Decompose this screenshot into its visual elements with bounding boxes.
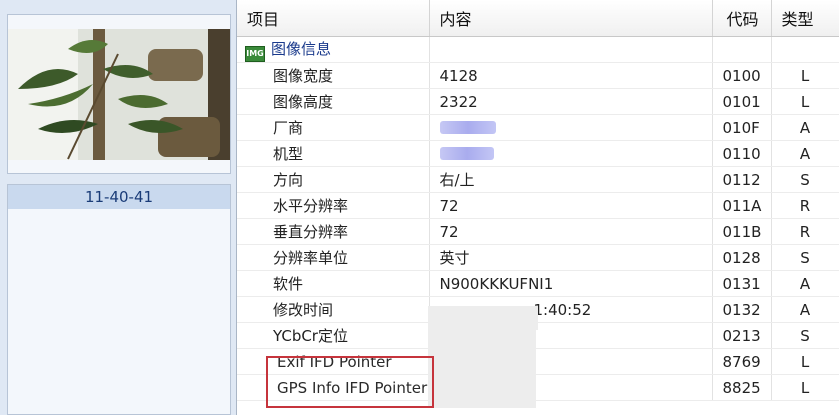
table-row[interactable]: 方向 右/上 0112 S — [237, 166, 839, 193]
exif-table: 项目 内容 代码 类型 IMG 图像信息 图像宽度 4128 0100 L 图像高… — [237, 0, 839, 401]
row-item: 软件 — [237, 270, 430, 297]
row-type: L — [771, 374, 839, 401]
row-item: YCbCr定位 — [237, 322, 430, 349]
row-content-redacted — [429, 114, 713, 141]
row-type: S — [771, 166, 839, 193]
row-code: 0131 — [712, 270, 772, 297]
row-type: A — [771, 114, 839, 141]
row-item: 修改时间 — [237, 296, 430, 323]
plant-photo-thumbnail — [8, 29, 230, 160]
thumbnail-frame[interactable] — [7, 14, 231, 174]
left-pane: 11-40-41 — [0, 0, 237, 415]
row-item: 方向 — [237, 166, 430, 193]
row-code: 0213 — [712, 322, 772, 349]
row-code: 010F — [712, 114, 772, 141]
folder-item-selected[interactable]: 11-40-41 — [8, 185, 230, 209]
row-code: 0132 — [712, 296, 772, 323]
table-header-row: 项目 内容 代码 类型 — [237, 0, 839, 37]
column-header-content[interactable]: 内容 — [429, 0, 713, 37]
row-type: A — [771, 270, 839, 297]
row-type: S — [771, 244, 839, 271]
row-item: 厂商 — [237, 114, 430, 141]
row-type: A — [771, 296, 839, 323]
row-type: R — [771, 218, 839, 245]
table-row[interactable]: YCbCr定位 0213 S — [237, 322, 839, 349]
folder-list: 11-40-41 — [7, 184, 231, 415]
highlight-box — [266, 356, 434, 408]
column-header-code[interactable]: 代码 — [712, 0, 772, 37]
row-content: 72 — [429, 218, 713, 245]
row-item: 图像高度 — [237, 88, 430, 115]
column-header-type[interactable]: 类型 — [771, 0, 839, 37]
row-content: 72 — [429, 192, 713, 219]
row-content-time: 1:40:52 — [533, 300, 592, 319]
row-content: 2322 — [429, 88, 713, 115]
row-item: 水平分辨率 — [237, 192, 430, 219]
table-row[interactable]: 图像宽度 4128 0100 L — [237, 62, 839, 89]
table-row[interactable]: 机型 0110 A — [237, 140, 839, 167]
group-row-image-info[interactable]: IMG 图像信息 — [237, 36, 839, 63]
row-code: 8769 — [712, 348, 772, 375]
table-row[interactable]: 水平分辨率 72 011A R — [237, 192, 839, 219]
row-code: 0110 — [712, 140, 772, 167]
row-item: 机型 — [237, 140, 430, 167]
group-label: 图像信息 — [271, 39, 332, 58]
row-item: 分辨率单位 — [237, 244, 430, 271]
row-content: 右/上 — [429, 166, 713, 193]
redaction-mask — [428, 306, 538, 330]
row-content-redacted — [429, 140, 713, 167]
row-type: A — [771, 140, 839, 167]
row-type: R — [771, 192, 839, 219]
row-code: 0112 — [712, 166, 772, 193]
table-row[interactable]: 修改时间 1:40:52 0132 A — [237, 296, 839, 323]
row-code: 011A — [712, 192, 772, 219]
row-item: 垂直分辨率 — [237, 218, 430, 245]
row-type: S — [771, 322, 839, 349]
redaction-mask — [428, 330, 536, 408]
row-code: 8825 — [712, 374, 772, 401]
table-row[interactable]: 分辨率单位 英寸 0128 S — [237, 244, 839, 271]
row-type: L — [771, 348, 839, 375]
table-row[interactable]: 厂商 010F A — [237, 114, 839, 141]
column-header-item[interactable]: 项目 — [237, 0, 430, 37]
redacted-model — [439, 146, 494, 160]
image-group-icon: IMG — [245, 45, 265, 62]
table-row[interactable]: 软件 N900KKKUFNI1 0131 A — [237, 270, 839, 297]
row-content: N900KKKUFNI1 — [429, 270, 713, 297]
row-code: 011B — [712, 218, 772, 245]
row-type: L — [771, 88, 839, 115]
table-row[interactable]: 垂直分辨率 72 011B R — [237, 218, 839, 245]
row-content: 4128 — [429, 62, 713, 89]
row-code: 0100 — [712, 62, 772, 89]
row-code: 0101 — [712, 88, 772, 115]
redacted-manufacturer — [439, 120, 496, 134]
table-row[interactable]: 图像高度 2322 0101 L — [237, 88, 839, 115]
exif-table-pane: 项目 内容 代码 类型 IMG 图像信息 图像宽度 4128 0100 L 图像高… — [237, 0, 839, 415]
row-item: 图像宽度 — [237, 62, 430, 89]
row-content: 英寸 — [429, 244, 713, 271]
row-code: 0128 — [712, 244, 772, 271]
table-bottom-edge — [237, 408, 839, 415]
row-type: L — [771, 62, 839, 89]
